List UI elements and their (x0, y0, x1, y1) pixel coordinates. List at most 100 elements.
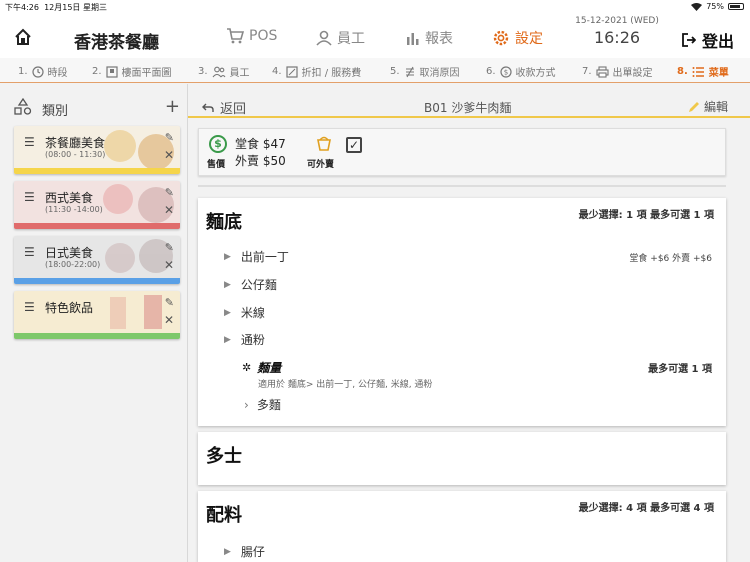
delete-icon[interactable]: ✕ (164, 203, 174, 217)
step-label: 取消原因 (419, 68, 460, 79)
drag-handle-icon[interactable]: ☰ (24, 190, 35, 204)
expand-triangle-icon: ▶ (224, 307, 231, 318)
step-number: 1. (18, 66, 28, 77)
expand-triangle-icon: ▶ (224, 279, 231, 290)
battery-percent: 75% (706, 2, 724, 11)
category-hours: (18:00-22:00) (45, 260, 101, 269)
option-item[interactable]: ▶ 公仔麵 (224, 276, 277, 293)
step-label: 時段 (47, 68, 68, 79)
category-sidebar: 類別 + ☰ 茶餐廳美食 (08:00 - 11:30) ✎ ✕ ☰ 西式美食 … (0, 84, 188, 562)
expand-triangle-icon: ▶ (224, 251, 231, 262)
nav-staff[interactable]: 員工 (316, 28, 365, 48)
step-payment[interactable]: 6. $ 收款方式 (486, 64, 556, 79)
logout-button[interactable]: 登出 (682, 28, 734, 52)
step-number: 8. (677, 66, 688, 77)
dollar-icon: $ (499, 65, 512, 78)
person-icon (316, 30, 332, 46)
status-date: 12月15日 星期三 (44, 3, 107, 12)
nav-pos-label: POS (249, 28, 278, 44)
current-time: 16:26 (593, 28, 641, 47)
sell-price-label: 售價 (207, 160, 226, 170)
category-title: 類別 (42, 104, 69, 119)
drag-handle-icon[interactable]: ☰ (24, 245, 35, 259)
option-item[interactable]: ▶ 出前一丁 (224, 248, 289, 265)
step-label: 收款方式 (515, 68, 556, 79)
category-color-stripe (14, 223, 180, 229)
step-cancel-reasons[interactable]: 5. 取消原因 (390, 64, 460, 79)
category-color-stripe (14, 333, 180, 339)
step-menu[interactable]: 8. 菜單 (677, 64, 729, 79)
cart-icon (227, 28, 244, 44)
add-category-button[interactable]: + (165, 96, 180, 117)
undo-icon (202, 103, 214, 112)
option-label: 公仔麵 (240, 278, 277, 292)
group-name: 配料 (206, 505, 242, 526)
edit-pencil-icon[interactable]: ✎ (165, 131, 174, 144)
step-printing[interactable]: 7. 出單設定 (582, 64, 653, 79)
chevron-right-icon: › (244, 397, 249, 412)
takeaway-available-label: 可外賣 (307, 160, 335, 170)
nav-pos[interactable]: POS (226, 28, 277, 44)
category-card[interactable]: ☰ 日式美食 (18:00-22:00) ✎ ✕ (14, 236, 180, 284)
edit-item-button[interactable]: 編輯 (688, 98, 728, 115)
step-floor-plan[interactable]: 2. 樓面平面圖 (92, 64, 172, 79)
percent-icon (285, 65, 298, 78)
category-card[interactable]: ☰ 西式美食 (11:30 -14:00) ✎ ✕ (14, 181, 180, 229)
option-item[interactable]: ▶ 通粉 (224, 331, 265, 348)
item-title: B01 沙爹牛肉麵 (424, 101, 512, 115)
addon-option[interactable]: › 多麵 (244, 396, 281, 413)
home-icon[interactable] (14, 28, 32, 46)
step-discount[interactable]: 4. 折扣 / 服務費 (272, 64, 361, 79)
category-name: 日式美食 (45, 246, 94, 260)
option-item[interactable]: ▶ 腸仔 (224, 543, 265, 560)
pencil-icon (688, 101, 699, 112)
nav-reports[interactable]: 報表 (406, 28, 453, 48)
step-staff[interactable]: 3. 員工 (198, 64, 250, 79)
delete-icon[interactable]: ✕ (164, 148, 174, 162)
addon-option-label: 多麵 (256, 398, 281, 412)
step-time-slots[interactable]: 1. 時段 (18, 64, 68, 79)
step-number: 5. (390, 66, 400, 77)
option-item[interactable]: ▶ 米線 (224, 304, 265, 321)
category-hours: (08:00 - 11:30) (45, 150, 106, 159)
delete-icon[interactable]: ✕ (164, 258, 174, 272)
step-number: 6. (486, 66, 496, 77)
bar-chart-icon (407, 33, 419, 45)
edit-pencil-icon[interactable]: ✎ (165, 186, 174, 199)
drag-handle-icon[interactable]: ☰ (24, 300, 35, 314)
option-price: 堂食 +$6 外賣 +$6 (629, 254, 712, 264)
item-header: 返回 B01 沙爹牛肉麵 編輯 (188, 94, 750, 118)
group-rule: 最少選擇: 1 項 最多可選 1 項 (578, 210, 714, 221)
back-button[interactable]: 返回 (202, 98, 246, 117)
category-color-stripe (14, 168, 180, 174)
printer-icon (595, 65, 609, 78)
takeaway-checkbox[interactable]: ✓ (346, 137, 362, 153)
price-card: $ 售價 堂食 $47 外賣 $50 可外賣 ✓ (198, 128, 726, 176)
nav-reports-label: 報表 (425, 31, 453, 47)
category-name: 西式美食 (45, 191, 94, 205)
status-right: 75% (691, 2, 744, 11)
category-name: 茶餐廳美食 (45, 136, 106, 150)
delete-icon[interactable]: ✕ (164, 313, 174, 327)
dine-in-price: 堂食 $47 (235, 137, 286, 151)
addon-title: ✲ 麵量 (242, 359, 281, 376)
drag-handle-icon[interactable]: ☰ (24, 135, 35, 149)
strike-icon (405, 66, 414, 77)
divider (198, 185, 726, 187)
takeaway-price: 外賣 $50 (235, 154, 286, 168)
price-icon: $ (209, 135, 227, 153)
category-card[interactable]: ☰ 茶餐廳美食 (08:00 - 11:30) ✎ ✕ (14, 126, 180, 174)
status-bar: 下午4:26 12月15日 星期三 75% (0, 0, 750, 14)
step-number: 7. (582, 66, 592, 77)
status-time: 下午4:26 (5, 3, 39, 12)
modifier-group: 配料 最少選擇: 4 項 最多可選 4 項 ▶ 腸仔 (198, 491, 726, 562)
category-card[interactable]: ☰ 特色飲品 ✎ ✕ (14, 291, 180, 339)
nav-settings[interactable]: 設定 (492, 28, 543, 48)
status-left: 下午4:26 12月15日 星期三 (5, 2, 107, 13)
edit-pencil-icon[interactable]: ✎ (165, 241, 174, 254)
edit-pencil-icon[interactable]: ✎ (165, 296, 174, 309)
step-label: 出單設定 (612, 68, 653, 79)
cog-icon: ✲ (242, 361, 252, 374)
current-date: 15-12-2021 (WED) (575, 16, 659, 26)
gear-icon (493, 30, 509, 46)
